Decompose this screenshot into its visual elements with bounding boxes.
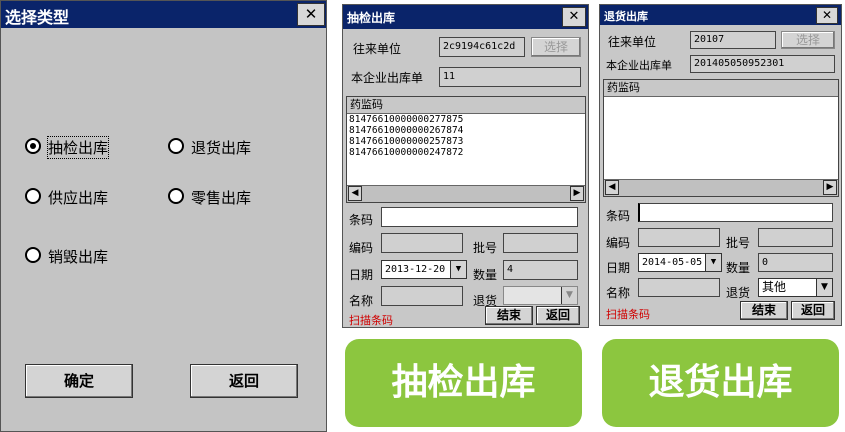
chevron-down-icon[interactable]: ▼ xyxy=(816,279,832,296)
qty-field[interactable]: 0 xyxy=(758,253,833,272)
return-title: 退货出库 xyxy=(604,10,648,23)
partner-label: 往来单位 xyxy=(353,42,402,56)
return-caption: 退货出库 xyxy=(602,339,839,427)
code-list[interactable]: 药监码 ◀ ▶ xyxy=(603,79,839,197)
radio-inspect[interactable] xyxy=(25,138,41,154)
radio-selected-dot xyxy=(30,143,36,149)
return-title-bar: 退货出库 ✕ xyxy=(600,5,841,25)
date-value: 2014-05-05 xyxy=(642,257,703,268)
close-icon[interactable]: ✕ xyxy=(816,7,838,24)
select-type-dialog: 选择类型 ✕ 抽检出库 退货出库 供应出库 零售出库 销毁出库 确定 返回 xyxy=(0,0,327,432)
option-label-supply: 供应出库 xyxy=(48,189,109,207)
return-select-value: 其他 xyxy=(762,280,787,294)
list-item[interactable]: 81476610000000277875 xyxy=(347,114,585,125)
chevron-down-icon[interactable]: ▼ xyxy=(450,261,466,278)
inspect-out-dialog: 抽检出库 ✕ 往来单位 2c9194c61c2d 选择 本企业出库单 11 药监… xyxy=(342,4,589,328)
ok-button[interactable]: 确定 xyxy=(25,364,133,398)
date-label: 日期 xyxy=(606,261,631,275)
select-type-title-bar: 选择类型 ✕ xyxy=(1,1,326,28)
option-label-return: 退货出库 xyxy=(191,139,252,157)
barcode-input[interactable] xyxy=(638,203,833,222)
barcode-label: 条码 xyxy=(349,213,374,227)
back-button[interactable]: 返回 xyxy=(536,306,580,325)
date-picker[interactable]: 2013-12-20 ▼ xyxy=(381,260,467,279)
select-button[interactable]: 选择 xyxy=(781,31,835,49)
scroll-right-icon[interactable]: ▶ xyxy=(570,186,584,201)
return-out-dialog: 退货出库 ✕ 往来单位 20107 选择 本企业出库单 201405050952… xyxy=(599,4,842,326)
code-field[interactable] xyxy=(638,228,720,247)
order-label: 本企业出库单 xyxy=(606,59,672,72)
partner-field[interactable]: 2c9194c61c2d xyxy=(439,37,525,57)
scan-barcode-label: 扫描条码 xyxy=(349,314,393,327)
code-list[interactable]: 药监码 81476610000000277875 814766100000002… xyxy=(346,96,586,203)
close-icon[interactable]: ✕ xyxy=(562,7,586,27)
radio-retail[interactable] xyxy=(168,188,184,204)
name-label: 名称 xyxy=(606,286,631,300)
back-button[interactable]: 返回 xyxy=(791,301,835,320)
list-item[interactable]: 81476610000000247872 xyxy=(347,147,585,158)
batch-label: 批号 xyxy=(473,241,498,255)
name-field[interactable] xyxy=(381,286,463,306)
horizontal-scrollbar[interactable]: ◀ ▶ xyxy=(347,185,585,202)
scroll-left-icon[interactable]: ◀ xyxy=(605,180,619,195)
date-value: 2013-12-20 xyxy=(385,264,446,275)
select-button[interactable]: 选择 xyxy=(531,37,581,57)
barcode-label: 条码 xyxy=(606,209,631,223)
inspect-title-bar: 抽检出库 ✕ xyxy=(343,5,588,29)
date-label: 日期 xyxy=(349,268,374,282)
return-label: 退货 xyxy=(726,286,751,300)
inspect-caption: 抽检出库 xyxy=(345,339,582,427)
finish-button[interactable]: 结束 xyxy=(740,301,788,320)
qty-label: 数量 xyxy=(473,268,498,282)
list-item[interactable]: 81476610000000267874 xyxy=(347,125,585,136)
option-label-inspect: 抽检出库 xyxy=(46,136,110,159)
batch-label: 批号 xyxy=(726,236,751,250)
scroll-right-icon[interactable]: ▶ xyxy=(823,180,837,195)
scan-barcode-label: 扫描条码 xyxy=(606,308,650,321)
date-picker[interactable]: 2014-05-05 ▼ xyxy=(638,253,722,272)
qty-label: 数量 xyxy=(726,261,751,275)
code-list-header: 药监码 xyxy=(604,80,838,97)
return-select[interactable]: 其他 ▼ xyxy=(758,278,833,297)
name-field[interactable] xyxy=(638,278,720,297)
close-icon[interactable]: ✕ xyxy=(297,3,325,26)
select-type-title: 选择类型 xyxy=(5,8,70,27)
partner-label: 往来单位 xyxy=(608,35,657,49)
radio-supply[interactable] xyxy=(25,188,41,204)
barcode-input[interactable] xyxy=(381,207,578,227)
back-button[interactable]: 返回 xyxy=(190,364,298,398)
horizontal-scrollbar[interactable]: ◀ ▶ xyxy=(604,179,838,196)
chevron-down-icon[interactable]: ▼ xyxy=(561,287,577,304)
qty-field[interactable]: 4 xyxy=(503,260,578,280)
code-label: 编码 xyxy=(606,236,631,250)
order-label: 本企业出库单 xyxy=(351,71,424,85)
radio-destroy[interactable] xyxy=(25,247,41,263)
scroll-left-icon[interactable]: ◀ xyxy=(348,186,362,201)
option-label-destroy: 销毁出库 xyxy=(48,248,109,266)
name-label: 名称 xyxy=(349,294,374,308)
chevron-down-icon[interactable]: ▼ xyxy=(705,254,721,271)
partner-field[interactable]: 20107 xyxy=(690,31,776,49)
radio-return[interactable] xyxy=(168,138,184,154)
order-field[interactable]: 11 xyxy=(439,67,581,87)
batch-field[interactable] xyxy=(758,228,833,247)
return-select[interactable]: ▼ xyxy=(503,286,578,305)
batch-field[interactable] xyxy=(503,233,578,253)
inspect-title: 抽检出库 xyxy=(347,11,396,25)
code-field[interactable] xyxy=(381,233,463,253)
finish-button[interactable]: 结束 xyxy=(485,306,533,325)
code-list-header: 药监码 xyxy=(347,97,585,114)
option-label-retail: 零售出库 xyxy=(191,189,252,207)
list-item[interactable]: 81476610000000257873 xyxy=(347,136,585,147)
order-field[interactable]: 201405050952301 xyxy=(690,55,835,73)
code-label: 编码 xyxy=(349,241,374,255)
